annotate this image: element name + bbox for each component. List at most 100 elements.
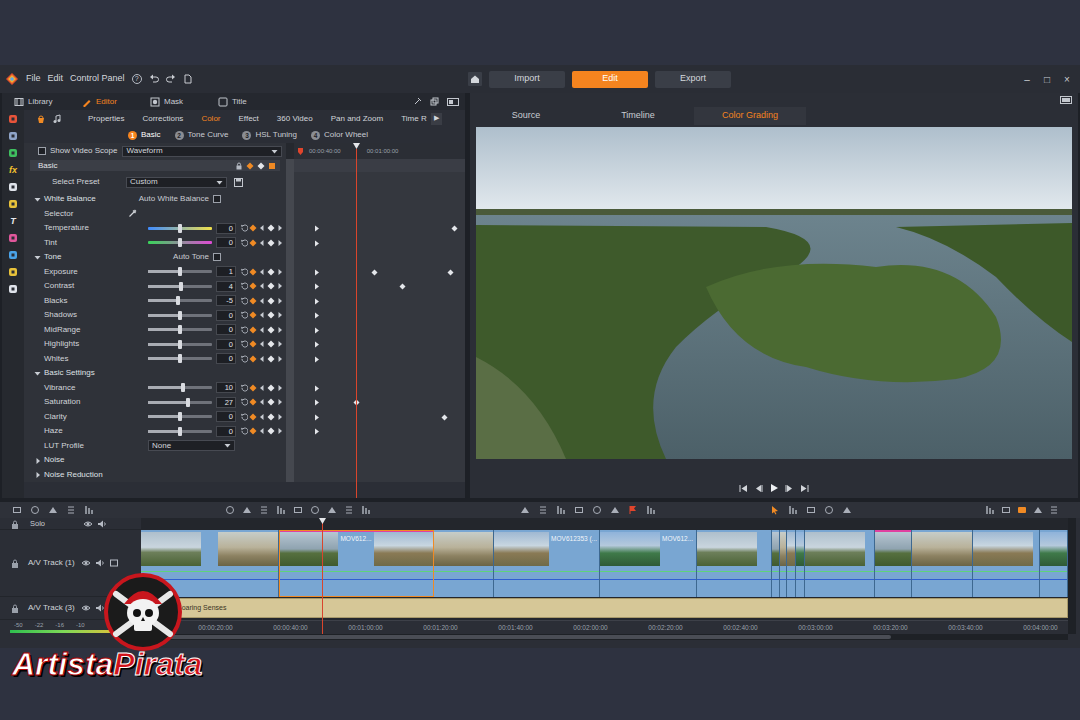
keyframe-icon[interactable] bbox=[267, 384, 275, 392]
slider-track[interactable] bbox=[148, 343, 212, 346]
menu-item[interactable]: Edit bbox=[48, 72, 64, 86]
clip[interactable] bbox=[973, 530, 1040, 597]
slider-thumb[interactable] bbox=[179, 282, 183, 291]
slider-thumb[interactable] bbox=[178, 427, 182, 436]
layout-icon[interactable] bbox=[447, 98, 459, 106]
value-field[interactable]: 0 bbox=[216, 426, 236, 437]
slider-thumb[interactable] bbox=[181, 383, 185, 392]
toolbar-tool-icon[interactable] bbox=[48, 505, 58, 515]
option-checkbox[interactable] bbox=[213, 253, 221, 261]
tool-strip-item[interactable] bbox=[7, 198, 19, 210]
stop-icon[interactable] bbox=[268, 162, 276, 170]
section-header[interactable]: Basic Settings bbox=[24, 367, 135, 379]
undo-icon[interactable] bbox=[149, 74, 159, 84]
toolbar-tool-icon[interactable] bbox=[84, 505, 94, 515]
add-keyframe-icon[interactable] bbox=[249, 355, 257, 363]
clip[interactable] bbox=[697, 530, 772, 597]
keyframe-icon[interactable] bbox=[267, 297, 275, 305]
value-field[interactable]: 0 bbox=[216, 237, 236, 248]
tool-strip-item[interactable] bbox=[7, 130, 19, 142]
value-field[interactable]: -5 bbox=[216, 295, 236, 306]
slider-thumb[interactable] bbox=[178, 224, 182, 233]
toolbar-tool-icon[interactable] bbox=[592, 505, 602, 515]
property-tab[interactable]: Time R bbox=[401, 113, 426, 125]
editor-tab[interactable]: Title bbox=[218, 96, 286, 108]
tool-strip-item[interactable] bbox=[7, 147, 19, 159]
reset-icon[interactable] bbox=[240, 224, 248, 232]
toolbar-tool-icon[interactable] bbox=[574, 505, 584, 515]
value-field[interactable]: 0 bbox=[216, 310, 236, 321]
reset-icon[interactable] bbox=[240, 384, 248, 392]
toolbar-tool-icon[interactable] bbox=[538, 505, 548, 515]
preset-dropdown[interactable]: Custom bbox=[126, 177, 227, 188]
toolbar-tool-icon[interactable] bbox=[628, 505, 638, 515]
toolbar-tool-icon[interactable] bbox=[344, 505, 354, 515]
mode-button[interactable]: Edit bbox=[572, 71, 648, 88]
document-icon[interactable] bbox=[183, 74, 193, 84]
reset-icon[interactable] bbox=[240, 282, 248, 290]
mode-button[interactable]: Export bbox=[655, 71, 731, 88]
slider-track[interactable] bbox=[148, 401, 212, 404]
slider-track[interactable] bbox=[148, 270, 212, 273]
reset-icon[interactable] bbox=[240, 268, 248, 276]
toolbar-tool-icon[interactable] bbox=[1049, 505, 1059, 515]
video-scope-checkbox[interactable] bbox=[38, 147, 46, 155]
next-keyframe-icon[interactable] bbox=[276, 268, 284, 276]
property-tab[interactable]: Properties bbox=[88, 113, 124, 125]
add-keyframe-icon[interactable] bbox=[249, 268, 257, 276]
preview-tab[interactable]: Source bbox=[470, 107, 582, 125]
keyframe-icon[interactable] bbox=[267, 224, 275, 232]
clip[interactable] bbox=[1040, 530, 1068, 597]
slider-track[interactable] bbox=[148, 314, 212, 317]
keyframe-icon[interactable] bbox=[267, 311, 275, 319]
section-header[interactable]: Tone bbox=[24, 251, 135, 263]
previous-keyframe-icon[interactable] bbox=[258, 427, 266, 435]
toolbar-tool-icon[interactable] bbox=[259, 505, 269, 515]
timeline-playhead[interactable] bbox=[322, 518, 323, 634]
slider-thumb[interactable] bbox=[178, 311, 182, 320]
sub-tab[interactable]: 4Color Wheel bbox=[311, 129, 368, 141]
add-keyframe-icon[interactable] bbox=[249, 413, 257, 421]
eye-icon[interactable] bbox=[81, 558, 91, 568]
clip[interactable]: MOV612... bbox=[600, 530, 697, 597]
tool-strip-item[interactable] bbox=[7, 266, 19, 278]
toolbar-tool-icon[interactable] bbox=[327, 505, 337, 515]
slider-thumb[interactable] bbox=[178, 340, 182, 349]
reset-icon[interactable] bbox=[240, 239, 248, 247]
next-keyframe-icon[interactable] bbox=[276, 413, 284, 421]
home-icon[interactable] bbox=[468, 72, 482, 86]
bucket-icon[interactable] bbox=[36, 114, 46, 124]
play-icon[interactable] bbox=[769, 483, 779, 493]
add-keyframe-icon[interactable] bbox=[249, 326, 257, 334]
slider-thumb[interactable] bbox=[178, 238, 182, 247]
keyframe-icon[interactable] bbox=[267, 282, 275, 290]
value-field[interactable]: 0 bbox=[216, 411, 236, 422]
next-keyframe-icon[interactable] bbox=[276, 427, 284, 435]
keyframe-icon[interactable] bbox=[267, 340, 275, 348]
layout-icon[interactable] bbox=[1060, 96, 1072, 104]
clip[interactable]: MOV612... bbox=[279, 530, 434, 597]
previous-keyframe-icon[interactable] bbox=[258, 268, 266, 276]
clip[interactable] bbox=[780, 530, 787, 597]
lock-icon[interactable] bbox=[10, 519, 20, 529]
next-keyframe-icon[interactable] bbox=[276, 340, 284, 348]
keyframe-icon[interactable] bbox=[267, 268, 275, 276]
step-back-icon[interactable] bbox=[754, 484, 763, 493]
more-tabs-button[interactable]: ▶ bbox=[431, 113, 442, 125]
clip[interactable] bbox=[912, 530, 973, 597]
value-field[interactable]: 1 bbox=[216, 266, 236, 277]
editor-tab[interactable]: Editor bbox=[82, 96, 150, 108]
clip[interactable] bbox=[787, 530, 796, 597]
menu-item[interactable]: Control Panel bbox=[70, 72, 125, 86]
property-tab[interactable]: Effect bbox=[239, 113, 259, 125]
speaker-icon[interactable] bbox=[97, 519, 107, 529]
previous-keyframe-icon[interactable] bbox=[258, 224, 266, 232]
tool-strip-item[interactable] bbox=[7, 232, 19, 244]
reset-icon[interactable] bbox=[240, 413, 248, 421]
keyframe-diamond-icon[interactable] bbox=[441, 414, 448, 421]
next-keyframe-icon[interactable] bbox=[276, 239, 284, 247]
keyframe-icon[interactable] bbox=[267, 413, 275, 421]
clip[interactable] bbox=[875, 530, 912, 597]
keyframe-icon[interactable] bbox=[267, 398, 275, 406]
property-tab[interactable]: Corrections bbox=[142, 113, 183, 125]
